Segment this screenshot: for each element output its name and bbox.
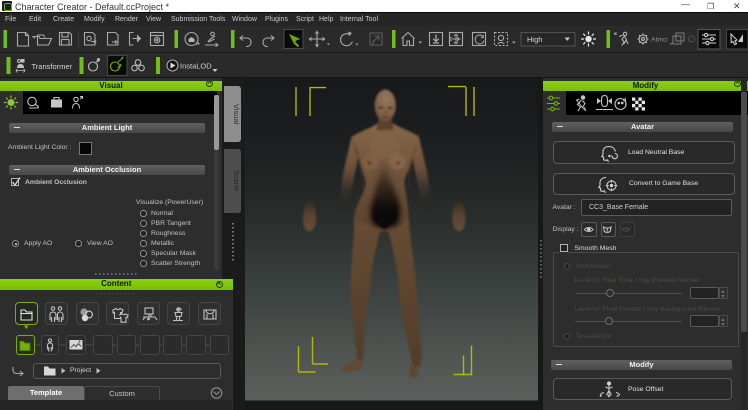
svg-text:High: High [527,35,542,44]
svg-text:InstaLOD: InstaLOD [180,62,212,71]
svg-text:Atmo:: Atmo: [651,37,669,44]
svg-text:Transformer: Transformer [32,62,73,71]
